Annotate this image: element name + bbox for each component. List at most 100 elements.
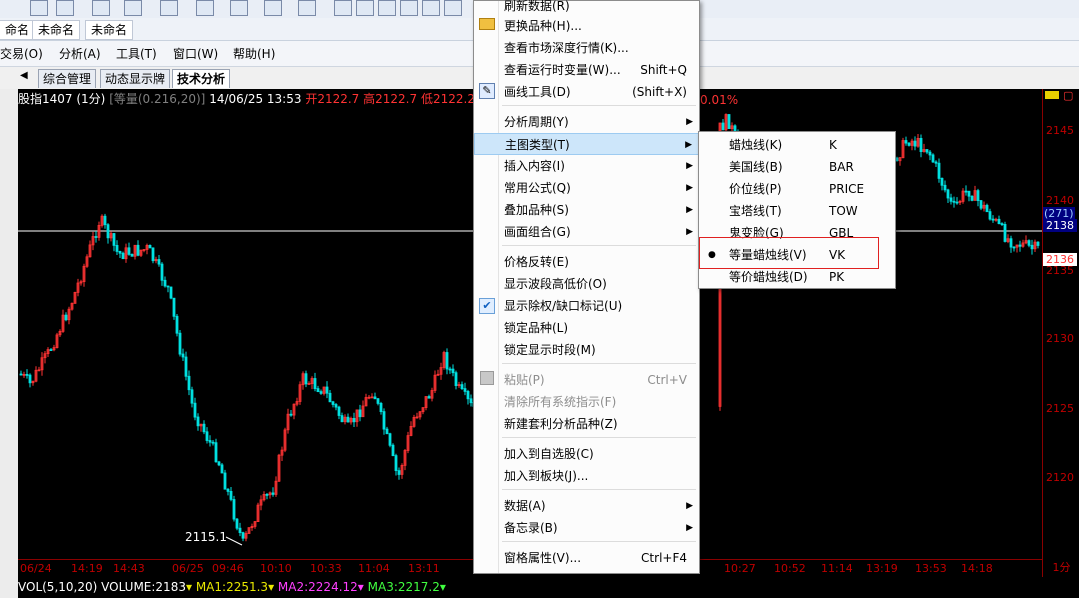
context-menu-item[interactable]: 锁定品种(L) — [474, 317, 699, 339]
ticket-icon[interactable] — [1045, 91, 1059, 99]
candle-body — [463, 388, 467, 392]
menu-item-label: 加入到自选股(C) — [504, 447, 594, 461]
toolbar-button[interactable] — [124, 0, 142, 16]
candle-body — [121, 252, 125, 260]
candle-body — [136, 244, 140, 256]
context-menu-item[interactable]: 价格反转(E) — [474, 251, 699, 273]
menu-item-label: 显示波段高低价(O) — [504, 277, 607, 291]
candle-body — [184, 356, 188, 377]
menu-item-label: 画面组合(G) — [504, 225, 571, 239]
menu-item-shortcut: Ctrl+F4 — [641, 551, 687, 565]
submenu-item[interactable]: 美国线(B) BAR — [699, 156, 895, 178]
menu-item-label: 显示除权/缺口标记(U) — [504, 299, 623, 313]
toolbar-button[interactable] — [264, 0, 282, 16]
tab-overview[interactable]: 综合管理 — [38, 69, 97, 88]
document-tab[interactable]: 命名 — [0, 20, 36, 40]
toolbar-button[interactable] — [298, 0, 316, 16]
context-menu-item: 清除所有系统指示(F) — [474, 391, 699, 413]
document-tab[interactable]: 未命名 — [85, 20, 134, 40]
context-menu-item[interactable]: 叠加品种(S) ▶ — [474, 199, 699, 221]
submenu-arrow-icon: ▶ — [686, 227, 693, 237]
context-menu-item[interactable]: 画线工具(D) (Shift+X) — [474, 81, 699, 103]
x-tick: 10:10 — [260, 562, 292, 575]
context-menu-item[interactable]: 查看运行时变量(W)... Shift+Q — [474, 59, 699, 81]
candle-body — [376, 398, 380, 404]
context-menu-item[interactable]: 插入内容(I) ▶ — [474, 155, 699, 177]
y-tick: 2135 — [1046, 264, 1074, 277]
context-menu-item[interactable]: 常用公式(Q) ▶ — [474, 177, 699, 199]
candle-body — [223, 472, 227, 490]
context-menu-item[interactable]: 查看市场深度行情(K)... — [474, 37, 699, 59]
toolbar-button[interactable] — [422, 0, 440, 16]
document-tab[interactable]: 未命名 — [32, 20, 81, 40]
context-menu-item[interactable]: 备忘录(B) ▶ — [474, 517, 699, 539]
vol-ma1: MA1:2251.3 — [195, 580, 269, 594]
left-panel-strip — [0, 89, 18, 598]
candle-body — [391, 444, 395, 457]
toolbar-button[interactable] — [160, 0, 178, 16]
period-label[interactable]: 1分 — [1042, 559, 1079, 577]
submenu-item[interactable]: 等价蜡烛线(D) PK — [699, 266, 895, 288]
toolbar-button[interactable] — [334, 0, 352, 16]
chart-info-bar: 股指1407 (1分) [等量(0.216,20)] 14/06/25 13:5… — [18, 89, 488, 109]
folder-icon — [479, 18, 495, 34]
menu-help[interactable]: 帮助(H) — [233, 45, 275, 62]
context-menu-item[interactable]: 窗格属性(V)... Ctrl+F4 — [474, 547, 699, 569]
candle-body — [985, 204, 989, 213]
candle-body — [1018, 244, 1022, 247]
candle-body — [937, 162, 941, 179]
context-menu-item[interactable]: 画面组合(G) ▶ — [474, 221, 699, 243]
toolbar-button[interactable] — [30, 0, 48, 16]
candle-body — [913, 140, 917, 147]
x-tick: 13:53 — [915, 562, 947, 575]
toolbar-button[interactable] — [196, 0, 214, 16]
menu-separator — [502, 541, 696, 542]
submenu-item[interactable]: 价位线(P) PRICE — [699, 178, 895, 200]
context-menu-item[interactable]: 显示波段高低价(O) — [474, 273, 699, 295]
menu-tools[interactable]: 工具(T) — [116, 45, 157, 62]
candle-body — [160, 263, 164, 281]
toolbar-button[interactable] — [400, 0, 418, 16]
tab-scroll-left-icon[interactable]: ◀ — [20, 70, 28, 81]
menu-separator — [502, 489, 696, 490]
toolbar-button[interactable] — [378, 0, 396, 16]
menu-analysis[interactable]: 分析(A) — [59, 45, 101, 62]
context-menu-item[interactable]: 新建套利分析品种(Z) — [474, 413, 699, 435]
tab-dynamic-board[interactable]: 动态显示牌 — [100, 69, 171, 88]
menu-window[interactable]: 窗口(W) — [173, 45, 218, 62]
submenu-item-code: PK — [829, 270, 845, 284]
context-menu-item[interactable]: 锁定显示时段(M) — [474, 339, 699, 361]
menu-trade[interactable]: 交易(O) — [0, 45, 43, 62]
context-menu-item[interactable]: 数据(A) ▶ — [474, 495, 699, 517]
context-menu-item[interactable]: 加入到自选股(C) — [474, 443, 699, 465]
candle-body — [1036, 241, 1040, 246]
candle-body — [469, 398, 473, 404]
x-tick: 09:46 — [212, 562, 244, 575]
datetime-label: 14/06/25 13:53 — [209, 92, 302, 106]
context-menu-item[interactable]: 更换品种(H)... — [474, 15, 699, 37]
submenu-item-code: TOW — [829, 204, 858, 218]
toolbar-button[interactable] — [230, 0, 248, 16]
context-menu-item[interactable]: 主图类型(T) ▶ — [474, 133, 699, 155]
context-menu-item[interactable]: 分析周期(Y) ▶ — [474, 111, 699, 133]
toolbar-button[interactable] — [444, 0, 462, 16]
toolbar-button[interactable] — [56, 0, 74, 16]
candle-body — [379, 402, 383, 412]
low-label: 低2122.2 — [420, 92, 475, 106]
highlight-box — [699, 237, 879, 269]
candle-body — [196, 416, 200, 427]
candle-body — [466, 390, 470, 400]
toolbar-button[interactable] — [92, 0, 110, 16]
candle-body — [115, 244, 119, 252]
paste-icon — [479, 371, 495, 387]
candle-body — [997, 218, 1001, 225]
toolbar-button[interactable] — [356, 0, 374, 16]
submenu-item[interactable]: 宝塔线(T) TOW — [699, 200, 895, 222]
candle-body — [964, 190, 968, 193]
context-menu-item[interactable]: 显示除权/缺口标记(U) — [474, 295, 699, 317]
candle-body — [385, 428, 389, 435]
tab-technical-analysis[interactable]: 技术分析 — [172, 69, 231, 88]
restore-icon[interactable]: ▢ — [1063, 89, 1073, 102]
submenu-item[interactable]: 蜡烛线(K) K — [699, 134, 895, 156]
context-menu-item[interactable]: 加入到板块(J)... — [474, 465, 699, 487]
